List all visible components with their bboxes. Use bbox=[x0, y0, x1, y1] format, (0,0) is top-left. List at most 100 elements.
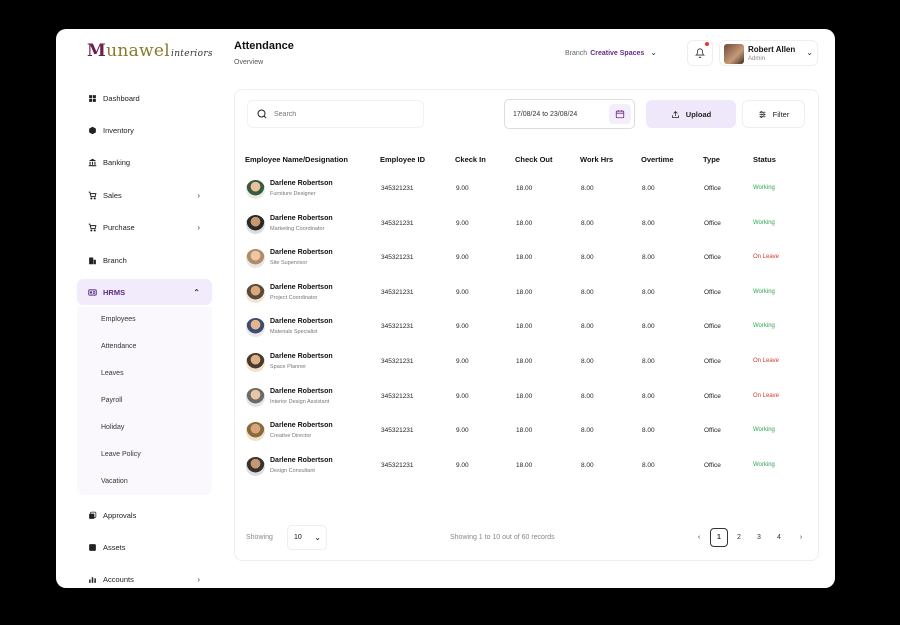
sidebar-item-sales[interactable]: Sales › bbox=[77, 182, 212, 208]
work-hrs-cell: 8.00 bbox=[581, 254, 594, 262]
sidebar: Munawelinteriors Dashboard Inventory Banki… bbox=[56, 29, 226, 588]
notification-dot bbox=[705, 42, 709, 46]
page-1-button[interactable]: 1 bbox=[710, 528, 728, 547]
check-in-cell: 9.00 bbox=[456, 219, 469, 227]
date-range-picker[interactable]: 17/08/24 to 23/08/24 bbox=[504, 99, 635, 129]
next-page-button[interactable]: › bbox=[792, 528, 810, 547]
sidebar-item-purchase[interactable]: Purchase › bbox=[77, 214, 212, 240]
status-badge: Working bbox=[753, 288, 775, 295]
employee-designation: Marketing Coordinator bbox=[270, 225, 325, 232]
sidebar-item-assets[interactable]: Assets bbox=[77, 534, 212, 560]
column-header[interactable]: Check Out bbox=[515, 155, 553, 164]
check-out-cell: 18.00 bbox=[516, 254, 533, 262]
sidebar-item-label: Branch bbox=[103, 255, 127, 265]
check-in-cell: 9.00 bbox=[456, 288, 469, 296]
filter-button[interactable]: Filter bbox=[742, 100, 805, 128]
table-row[interactable]: Darlene Robertson Marketing Coordinator 34… bbox=[235, 209, 820, 243]
sidebar-item-dashboard[interactable]: Dashboard bbox=[77, 85, 212, 111]
work-hrs-cell: 8.00 bbox=[581, 427, 594, 435]
column-header[interactable]: Work Hrs bbox=[580, 155, 613, 164]
table-row[interactable]: Darlene Robertson Creative Director 345321… bbox=[235, 416, 820, 450]
table-row[interactable]: Darlene Robertson Site Supervisor 34532123… bbox=[235, 243, 820, 277]
column-header[interactable]: Overtime bbox=[641, 155, 674, 164]
page-3-button[interactable]: 3 bbox=[750, 528, 768, 547]
records-summary: Showing 1 to 10 out of 60 records bbox=[450, 534, 555, 541]
employee-name: Darlene Robertson bbox=[270, 456, 333, 464]
sidebar-item-label: Accounts bbox=[103, 574, 134, 584]
status-badge: Working bbox=[753, 427, 775, 434]
branch-value: Creative Spaces bbox=[590, 50, 645, 57]
page-4-button[interactable]: 4 bbox=[770, 528, 788, 547]
employee-name: Darlene Robertson bbox=[270, 180, 333, 187]
sidebar-item-banking[interactable]: Banking bbox=[77, 149, 212, 175]
filter-label: Filter bbox=[772, 109, 790, 119]
calendar-button[interactable] bbox=[609, 104, 631, 124]
check-out-cell: 18.00 bbox=[516, 219, 533, 227]
sidebar-item-approvals[interactable]: Approvals bbox=[77, 502, 212, 528]
sidebar-item-accounts[interactable]: Accounts › bbox=[77, 566, 212, 588]
search-box[interactable] bbox=[247, 100, 424, 128]
page-size-select[interactable]: 10 ⌄ bbox=[287, 525, 327, 550]
check-out-cell: 18.00 bbox=[516, 288, 533, 296]
check-out-cell: 18.00 bbox=[516, 185, 533, 192]
sidebar-item-label: Dashboard bbox=[103, 93, 140, 103]
submenu-item-employees[interactable]: Employees bbox=[101, 316, 136, 323]
employee-name: Darlene Robertson bbox=[270, 353, 333, 360]
status-badge: Working bbox=[753, 323, 775, 330]
overtime-cell: 8.00 bbox=[642, 392, 655, 400]
overtime-cell: 8.00 bbox=[642, 323, 655, 331]
user-menu[interactable]: Robert Allen Admin ⌄ bbox=[719, 40, 818, 66]
table-row[interactable]: Darlene Robertson Furniture Designer 34532… bbox=[235, 174, 820, 208]
upload-button[interactable]: Upload bbox=[646, 100, 736, 128]
type-cell: Office bbox=[704, 358, 721, 365]
employee-designation: Furniture Designer bbox=[270, 191, 316, 197]
employee-name: Darlene Robertson bbox=[270, 318, 333, 326]
table-row[interactable]: Darlene Robertson Project Coordinator 3453… bbox=[235, 278, 820, 312]
notifications-button[interactable] bbox=[687, 40, 713, 66]
column-header[interactable]: Ckeck In bbox=[455, 155, 486, 164]
sidebar-item-label: Sales bbox=[103, 190, 122, 200]
submenu-item-payroll[interactable]: Payroll bbox=[101, 397, 122, 404]
submenu-item-leave-policy[interactable]: Leave Policy bbox=[101, 451, 141, 458]
box-icon bbox=[87, 125, 97, 135]
employee-id-cell: 345321231 bbox=[381, 288, 414, 296]
branch-selector[interactable]: Branch Creative Spaces ⌄ bbox=[565, 48, 657, 57]
sidebar-item-label: Assets bbox=[103, 542, 126, 552]
employee-name: Darlene Robertson bbox=[270, 249, 333, 257]
brand-logo[interactable]: Munawelinteriors bbox=[87, 41, 213, 61]
upload-icon bbox=[671, 110, 679, 118]
sidebar-item-hrms[interactable]: HRMS ⌃ bbox=[77, 279, 212, 305]
type-cell: Office bbox=[704, 323, 721, 331]
status-badge: On Leave bbox=[753, 358, 780, 364]
submenu-item-leaves[interactable]: Leaves bbox=[101, 370, 124, 377]
sidebar-item-inventory[interactable]: Inventory bbox=[77, 117, 212, 143]
page-2-button[interactable]: 2 bbox=[730, 528, 748, 547]
check-in-cell: 9.00 bbox=[456, 461, 469, 469]
employee-id-cell: 345321231 bbox=[381, 358, 414, 365]
employee-name: Darlene Robertson bbox=[270, 387, 333, 395]
sidebar-item-label: HRMS bbox=[103, 287, 126, 297]
upload-label: Upload bbox=[685, 109, 712, 119]
table-row[interactable]: Darlene Robertson Design Consultant 345321… bbox=[235, 451, 820, 485]
sidebar-item-branch[interactable]: Branch bbox=[77, 247, 212, 273]
submenu-item-attendance[interactable]: Attendance bbox=[101, 343, 136, 350]
table-row[interactable]: Darlene Robertson Interior Design Assista… bbox=[235, 382, 820, 416]
search-input[interactable] bbox=[274, 110, 404, 118]
check-out-cell: 18.00 bbox=[516, 461, 533, 469]
status-badge: Working bbox=[753, 461, 775, 468]
column-header[interactable]: Type bbox=[703, 155, 720, 164]
column-header[interactable]: Employee Name/Designation bbox=[245, 155, 348, 164]
check-out-cell: 18.00 bbox=[516, 427, 533, 435]
prev-page-button[interactable]: ‹ bbox=[690, 528, 708, 547]
employee-name: Darlene Robertson bbox=[270, 214, 333, 222]
submenu-item-holiday[interactable]: Holiday bbox=[101, 424, 124, 431]
user-role: Admin bbox=[748, 56, 766, 62]
app-window: Munawelinteriors Dashboard Inventory Banki… bbox=[56, 29, 835, 588]
type-cell: Office bbox=[704, 461, 721, 469]
column-header[interactable]: Status bbox=[753, 155, 776, 164]
column-header[interactable]: Employee ID bbox=[380, 155, 425, 164]
submenu-item-vacation[interactable]: Vacation bbox=[101, 478, 128, 485]
table-row[interactable]: Darlene Robertson Materials Specialist 345… bbox=[235, 312, 820, 346]
table-row[interactable]: Darlene Robertson Space Planner 345321231 9… bbox=[235, 347, 820, 381]
logo-text: unawel bbox=[106, 41, 171, 61]
